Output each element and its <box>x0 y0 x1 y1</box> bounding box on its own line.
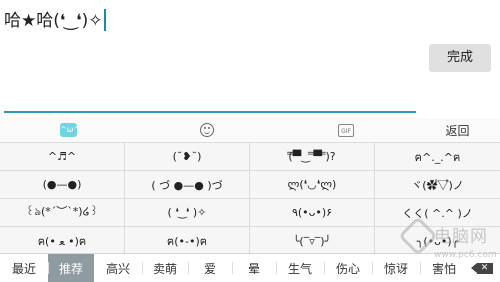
grid-row: ฅ(• ﻌ •)ฅ ฅ(•-•)ฅ ╰(‾▿‾)╯ ╮(•ᴗ•)╭ <box>0 227 500 255</box>
category-happy[interactable]: 高兴 <box>94 254 142 282</box>
compose-area: 哈★哈(❛ ͜ ❛)✧ 完成 <box>0 0 500 118</box>
category-scared[interactable]: 害怕 <box>420 254 468 282</box>
kaomoji-grid: ^♬^ (˘❥˘) (̿▀̿‿ ̿▀̿ ̿)? ฅ^._.^ฅ (●—●) ( … <box>0 143 500 255</box>
delete-button[interactable]: ✕ <box>468 262 496 274</box>
kaomoji-icon: ^ω^ <box>60 123 80 137</box>
kaomoji-cell[interactable]: ꒰ঌ(*´︶`*)໒꒱ <box>0 199 125 226</box>
grid-row: (●—●) ( づ ●—● )づ ლ(❛◡❛ლ) ヾ(✿゚▽゚)ノ <box>0 171 500 199</box>
kaomoji-cell[interactable]: (˘❥˘) <box>125 143 250 170</box>
category-dizzy[interactable]: 晕 <box>232 254 276 282</box>
category-cute[interactable]: 卖萌 <box>142 254 188 282</box>
kaomoji-cell[interactable]: くく( ^.^ )ノ <box>375 199 500 226</box>
keyboard-tabs: ^ω^ GIF 返回 <box>0 118 500 143</box>
tab-emoji[interactable] <box>137 118 277 142</box>
kaomoji-cell[interactable]: ฅ(• ﻌ •)ฅ <box>0 227 125 255</box>
kaomoji-cell[interactable]: ヾ(✿゚▽゚)ノ <box>375 171 500 198</box>
kaomoji-cell[interactable]: ╮(•ᴗ•)╭ <box>375 227 500 255</box>
category-bar: 最近 推荐 高兴 卖萌 爱 晕 生气 伤心 惊讶 害怕 ✕ <box>0 253 500 282</box>
input-underline <box>4 111 416 113</box>
kaomoji-cell[interactable]: ฅ(•-•)ฅ <box>125 227 250 255</box>
message-text: 哈★哈(❛ ͜ ❛)✧ <box>4 11 103 31</box>
message-input[interactable]: 哈★哈(❛ ͜ ❛)✧ <box>4 6 106 31</box>
category-love[interactable]: 爱 <box>188 254 232 282</box>
grid-row: ꒰ঌ(*´︶`*)໒꒱ ( ❛ ͜ ❛ )✧ ٩(•ᴗ•)۶ くく( ^.^ )… <box>0 199 500 227</box>
kaomoji-cell[interactable]: ฅ^._.^ฅ <box>375 143 500 170</box>
category-recommended[interactable]: 推荐 <box>48 254 94 282</box>
kaomoji-cell[interactable]: ( ❛ ͜ ❛ )✧ <box>125 199 250 226</box>
category-sad[interactable]: 伤心 <box>324 254 372 282</box>
tab-gif[interactable]: GIF <box>277 118 415 142</box>
smiley-icon <box>200 123 214 137</box>
kaomoji-keyboard: ^ω^ GIF 返回 ^♬^ (˘❥˘) (̿▀̿‿ ̿▀̿ ̿)? ฅ^._.… <box>0 118 500 282</box>
kaomoji-cell[interactable]: ( づ ●—● )づ <box>125 171 250 198</box>
category-surprised[interactable]: 惊讶 <box>372 254 420 282</box>
kaomoji-cell[interactable]: ٩(•ᴗ•)۶ <box>250 199 375 226</box>
grid-row: ^♬^ (˘❥˘) (̿▀̿‿ ̿▀̿ ̿)? ฅ^._.^ฅ <box>0 143 500 171</box>
kaomoji-cell[interactable]: ლ(❛◡❛ლ) <box>250 171 375 198</box>
category-recent[interactable]: 最近 <box>0 254 48 282</box>
kaomoji-cell[interactable]: ^♬^ <box>0 143 125 170</box>
done-button[interactable]: 完成 <box>429 44 491 72</box>
kaomoji-cell[interactable]: ╰(‾▿‾)╯ <box>250 227 375 255</box>
kaomoji-cell[interactable]: (̿▀̿‿ ̿▀̿ ̿)? <box>250 143 375 170</box>
category-angry[interactable]: 生气 <box>276 254 324 282</box>
kaomoji-cell[interactable]: (●—●) <box>0 171 125 198</box>
tab-kaomoji[interactable]: ^ω^ <box>0 118 137 142</box>
back-button[interactable]: 返回 <box>415 118 500 142</box>
backspace-icon: ✕ <box>470 262 493 274</box>
gif-icon: GIF <box>338 123 354 137</box>
text-caret <box>103 9 106 31</box>
